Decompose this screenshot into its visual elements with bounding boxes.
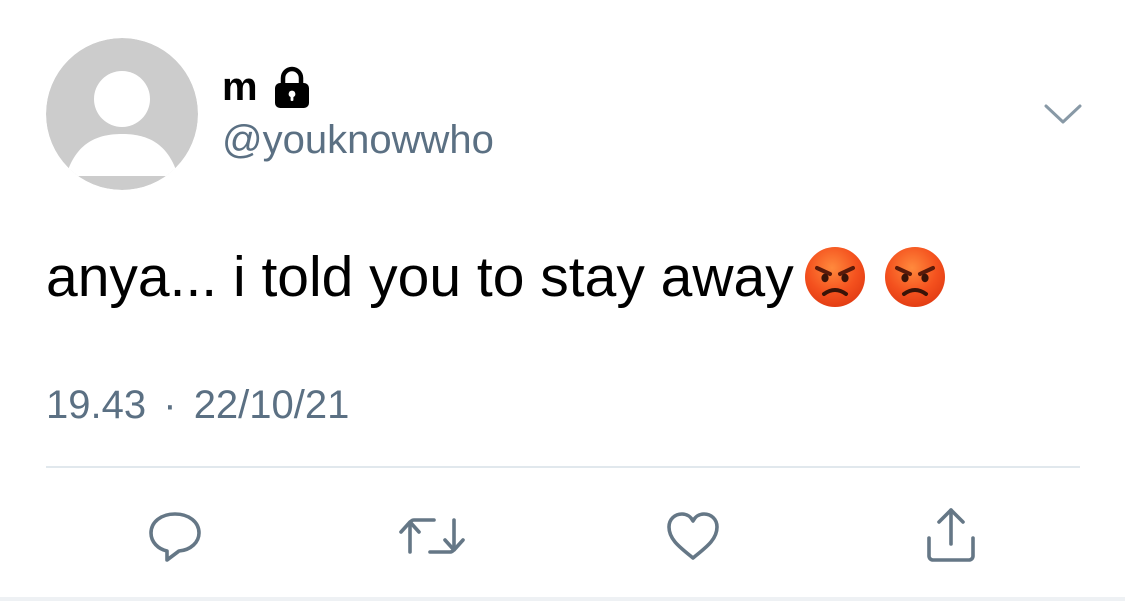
retweet-button[interactable] (396, 500, 468, 572)
share-icon (927, 508, 975, 562)
timestamp-separator: · (163, 383, 177, 427)
tweet-timestamp[interactable]: 19.43 · 22/10/21 (46, 385, 349, 425)
angry-face-emoji-icon (884, 247, 945, 308)
avatar[interactable] (46, 38, 198, 190)
chevron-down-icon[interactable] (1042, 98, 1084, 128)
lock-icon (274, 66, 309, 108)
tweet-date: 22/10/21 (193, 383, 350, 427)
bottom-border (0, 597, 1125, 601)
default-avatar-icon (46, 38, 198, 190)
tweet-text: anya... i told you to stay away (46, 246, 946, 309)
display-name[interactable]: m (222, 67, 258, 107)
reply-icon (149, 512, 201, 562)
reply-button[interactable] (139, 500, 211, 572)
angry-face-emoji-icon (804, 247, 865, 308)
retweet-icon (399, 518, 465, 554)
user-name-row: m (222, 62, 314, 112)
tweet-text-body: anya... i told you to stay away (46, 245, 794, 309)
tweet-time: 19.43 (46, 383, 147, 427)
tweet-card: m @youknowwho anya... i told you to stay… (0, 0, 1125, 601)
user-handle[interactable]: @youknowwho (222, 120, 494, 160)
heart-icon (667, 512, 719, 560)
divider (46, 466, 1080, 468)
share-button[interactable] (915, 500, 987, 572)
like-button[interactable] (657, 500, 729, 572)
